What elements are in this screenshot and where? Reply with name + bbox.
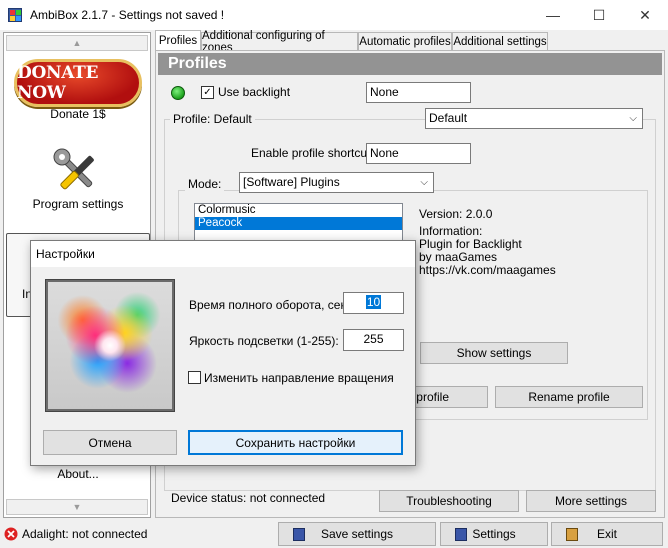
sidebar-scroll-down-button[interactable]: ▼ — [6, 499, 148, 515]
cancel-button[interactable]: Отмена — [43, 430, 177, 455]
plugin-version: Version: 2.0.0 — [419, 207, 493, 221]
profile-label: Profile: Default — [170, 112, 255, 126]
plugin-settings-dialog: Настройки Время полного оборота, сек: 10… — [30, 240, 416, 466]
exit-door-icon — [566, 528, 578, 541]
error-icon — [4, 527, 18, 541]
brightness-label: Яркость подсветки (1-255): — [189, 334, 339, 348]
enable-shortcut-label: Enable profile shortcut: — [251, 146, 374, 160]
tools-icon[interactable] — [52, 147, 102, 197]
reverse-rotation-label: Изменить направление вращения — [204, 371, 394, 385]
status-led-icon — [171, 86, 185, 100]
checkmark-icon: ✓ — [203, 87, 212, 98]
rename-profile-button[interactable]: Rename profile — [495, 386, 643, 408]
reverse-rotation-checkbox[interactable] — [188, 371, 201, 384]
plugin-info-line: Plugin for Backlight — [419, 237, 522, 251]
backlight-shortcut-field[interactable]: None — [366, 82, 471, 103]
profile-dropdown-value: Default — [429, 111, 468, 125]
title-bar: AmbiBox 2.1.7 - Settings not saved ! — ☐… — [0, 0, 668, 30]
donate-button-label: DONATE NOW — [17, 63, 99, 103]
sidebar-scroll-up-button[interactable]: ▲ — [6, 35, 148, 51]
rotation-time-input[interactable]: 10 — [343, 292, 404, 314]
plugin-info-label: Information: — [419, 224, 483, 238]
save-settings-label: Save settings — [320, 527, 394, 541]
about-label[interactable]: About... — [4, 467, 152, 481]
tab-profiles[interactable]: Profiles — [155, 30, 201, 51]
tab-additional-settings[interactable]: Additional settings — [452, 32, 548, 51]
use-backlight-label: Use backlight — [218, 85, 291, 99]
window-title: AmbiBox 2.1.7 - Settings not saved ! — [30, 8, 225, 22]
show-settings-button[interactable]: Show settings — [420, 342, 568, 364]
mode-dropdown-value: [Software] Plugins — [243, 175, 340, 189]
troubleshooting-button[interactable]: Troubleshooting — [379, 490, 519, 512]
arrow-up-icon: ▲ — [72, 38, 82, 48]
profile-shortcut-field[interactable]: None — [366, 143, 471, 164]
rotation-time-value: 10 — [365, 295, 382, 309]
plugin-info-line: by maaGames — [419, 250, 498, 264]
donate-label[interactable]: Donate 1$ — [4, 107, 152, 121]
chevron-down-icon: ⌵ — [420, 177, 428, 188]
profile-dropdown[interactable]: Default ⌵ — [425, 108, 643, 129]
color-splash-image — [48, 282, 172, 409]
profiles-header: Profiles — [158, 53, 662, 75]
maximize-button[interactable]: ☐ — [576, 0, 622, 30]
floppy-disk-icon — [455, 528, 467, 541]
exit-label: Exit — [596, 527, 617, 541]
close-window-button[interactable]: ✕ — [622, 0, 668, 30]
mode-label: Mode: — [185, 177, 225, 191]
save-settings-dialog-button[interactable]: Сохранить настройки — [188, 430, 403, 455]
minimize-button[interactable]: — — [530, 0, 576, 30]
donate-now-button[interactable]: DONATE NOW — [14, 59, 142, 107]
exit-button[interactable]: Exit — [551, 522, 663, 546]
use-backlight-checkbox[interactable]: ✓ — [201, 86, 214, 99]
tab-additional-zones[interactable]: Additional configuring of zones — [201, 30, 358, 54]
more-settings-button[interactable]: More settings — [526, 490, 656, 512]
chevron-down-icon: ⌵ — [629, 113, 637, 124]
ambibox-app-icon — [8, 8, 22, 22]
settings-button[interactable]: Settings — [440, 522, 548, 546]
mode-dropdown[interactable]: [Software] Plugins ⌵ — [239, 172, 434, 193]
tab-automatic-profiles[interactable]: Automatic profiles — [358, 32, 452, 51]
rotation-time-label: Время полного оборота, сек: — [189, 298, 350, 312]
device-status-text: Device status: not connected — [171, 491, 326, 505]
arrow-down-icon: ▼ — [72, 502, 82, 512]
program-settings-label[interactable]: Program settings — [4, 197, 152, 211]
adalight-status-text: Adalight: not connected — [22, 527, 148, 541]
list-item-selected[interactable]: Peacock — [195, 217, 402, 230]
list-item[interactable]: Colormusic — [195, 204, 402, 217]
settings-label: Settings — [472, 527, 516, 541]
plugin-info-link[interactable]: https://vk.com/maagames — [419, 263, 556, 277]
plugin-image-frame — [45, 279, 175, 412]
dialog-title: Настройки — [31, 241, 415, 267]
floppy-disk-icon — [293, 528, 305, 541]
save-settings-button[interactable]: Save settings — [278, 522, 436, 546]
brightness-input[interactable]: 255 — [343, 329, 404, 351]
status-bar: Adalight: not connected Save settings Se… — [0, 520, 668, 548]
